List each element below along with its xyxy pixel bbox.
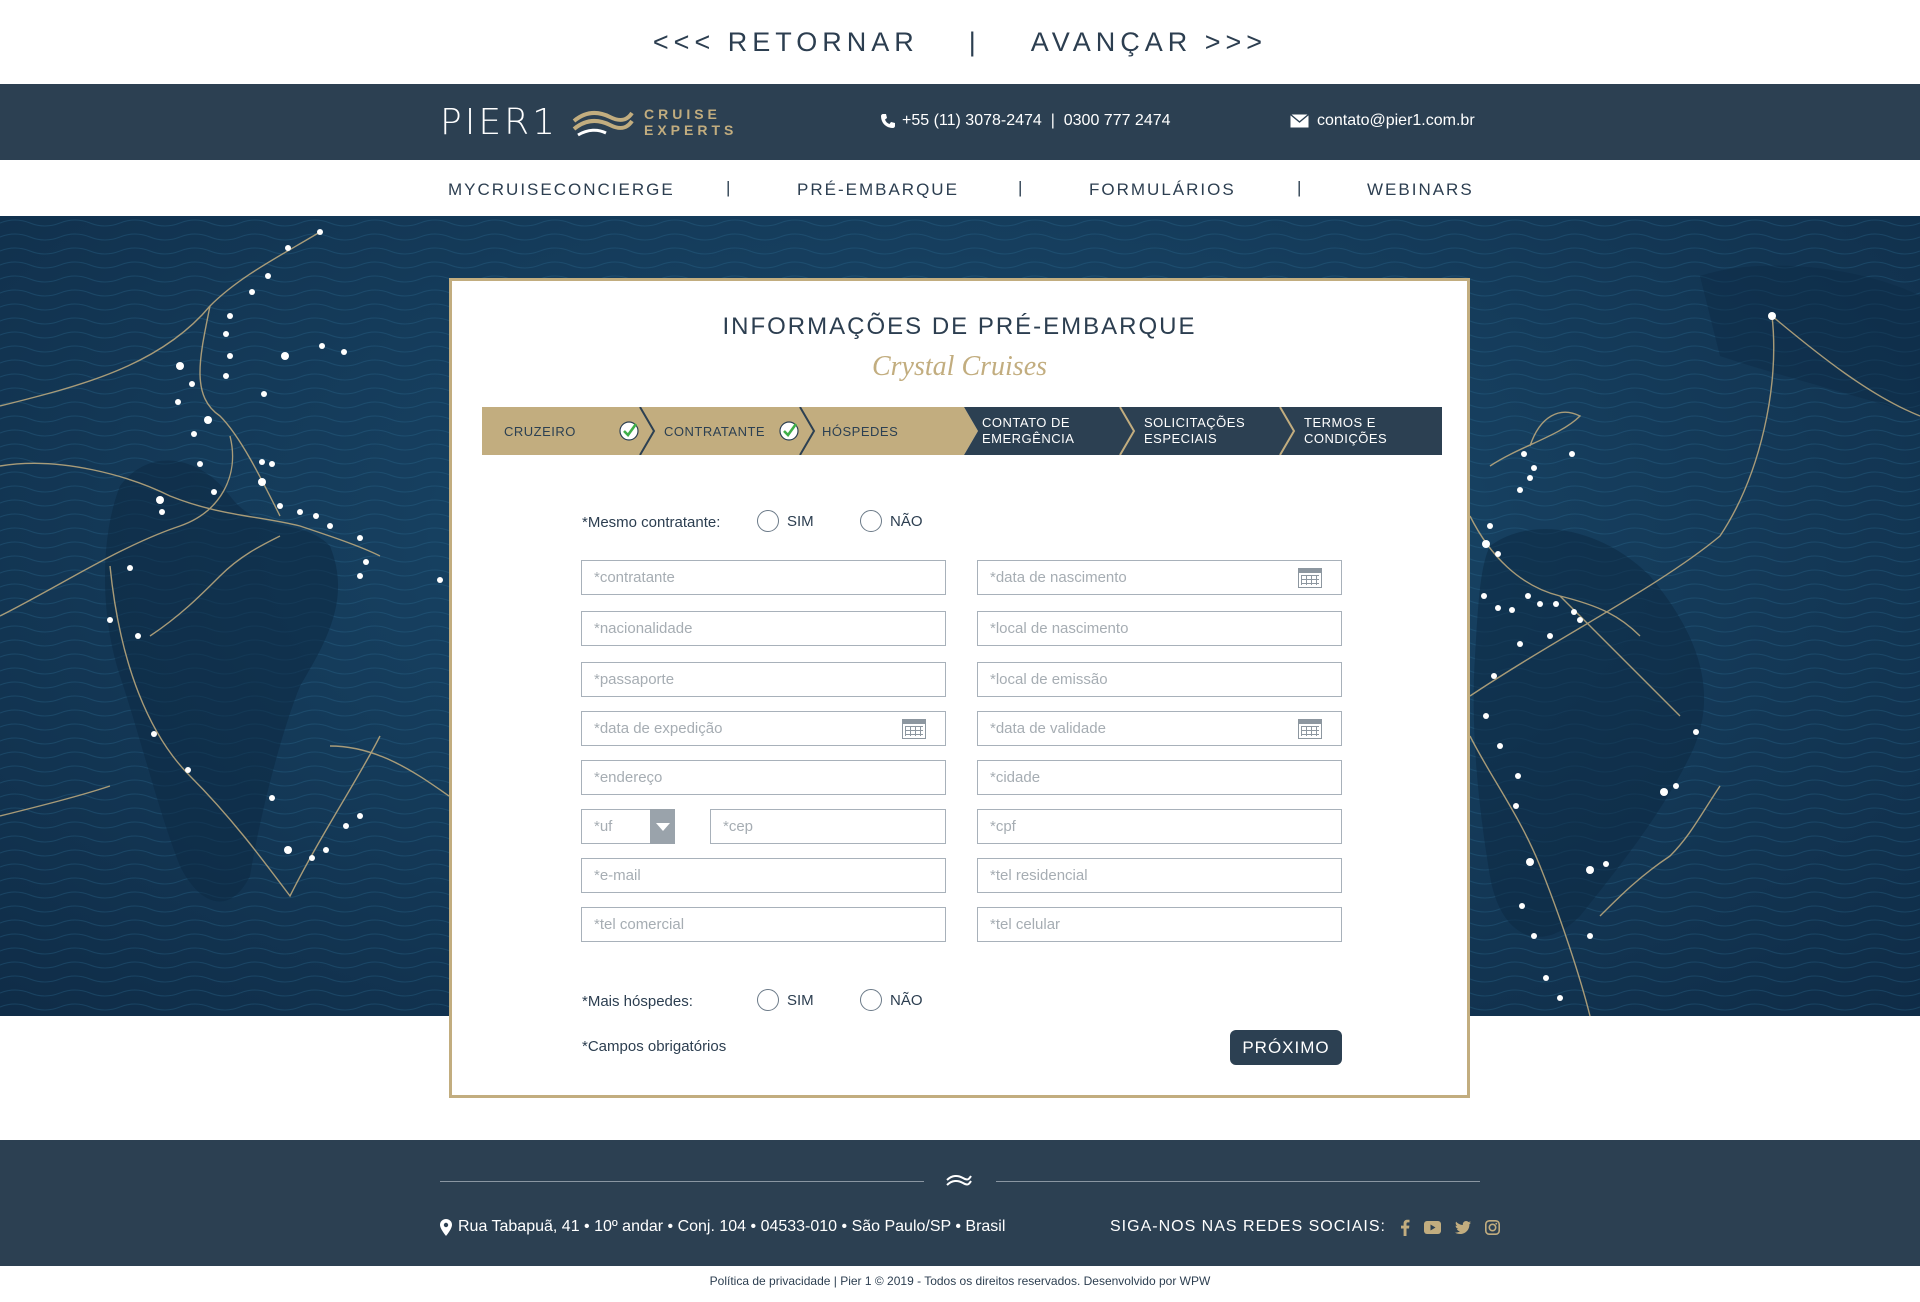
menu-separator: | [1297, 178, 1302, 197]
step-progress: CRUZEIRO CONTRATANTE HÓSPEDES CONTATO DE… [482, 406, 1442, 456]
menu-item-webinars[interactable]: WEBINARS [1367, 180, 1474, 200]
footer-address: Rua Tabapuã, 41 • 10º andar • Conj. 104 … [440, 1218, 1005, 1236]
phone-numbers: +55 (11) 3078-2474 | 0300 777 2474 [902, 112, 1171, 129]
logo-tagline: CRUISE EXPERTS [644, 106, 738, 138]
email-input[interactable] [581, 858, 946, 893]
cidade-input[interactable] [977, 760, 1342, 795]
menu-item-pre-embarque[interactable]: PRÉ-EMBARQUE [797, 180, 959, 200]
logo-wave-icon [572, 110, 634, 137]
cpf-input[interactable] [977, 809, 1342, 844]
logo-wave-icon [946, 1174, 972, 1186]
local-nascimento-input[interactable] [977, 611, 1342, 646]
nacionalidade-input[interactable] [581, 611, 946, 646]
check-icon [779, 421, 799, 441]
same-contractor-yes-radio[interactable]: SIM [757, 510, 814, 532]
envelope-icon [1290, 114, 1309, 128]
calendar-icon[interactable] [902, 719, 926, 739]
footer-divider [440, 1181, 924, 1182]
step-termos-condicoes[interactable]: TERMOS E CONDIÇÕES [1304, 415, 1387, 447]
form-cruise-line: Crystal Cruises [871, 351, 1048, 382]
more-guests-label: *Mais hóspedes: [582, 993, 693, 1010]
step-contato-emergencia[interactable]: CONTATO DE EMERGÊNCIA [982, 415, 1074, 447]
top-nav-divider: | [968, 26, 981, 57]
form-title: INFORMAÇÕES DE PRÉ-EMBARQUE [722, 313, 1197, 340]
back-link[interactable]: <<< RETORNAR [653, 27, 919, 58]
tel-comercial-input[interactable] [581, 907, 946, 942]
data-validade-input[interactable] [977, 711, 1342, 746]
cep-input[interactable] [710, 809, 946, 844]
email-contact[interactable]: contato@pier1.com.br [1290, 112, 1475, 130]
data-nascimento-input[interactable] [977, 560, 1342, 595]
step-solicitacoes-especiais[interactable]: SOLICITAÇÕES ESPECIAIS [1144, 415, 1245, 447]
chevron-down-icon[interactable] [650, 809, 675, 844]
passaporte-input[interactable] [581, 662, 946, 697]
tel-celular-input[interactable] [977, 907, 1342, 942]
more-guests-no-radio[interactable]: NÃO [860, 989, 923, 1011]
pre-boarding-form: INFORMAÇÕES DE PRÉ-EMBARQUE Crystal Crui… [449, 278, 1470, 1098]
phone-contact[interactable]: +55 (11) 3078-2474 | 0300 777 2474 [880, 112, 1171, 130]
check-icon [619, 421, 639, 441]
address-text: Rua Tabapuã, 41 • 10º andar • Conj. 104 … [458, 1218, 1006, 1235]
facebook-icon[interactable] [1400, 1219, 1410, 1236]
step-hospedes[interactable]: HÓSPEDES [822, 424, 898, 440]
endereco-input[interactable] [581, 760, 946, 795]
calendar-icon[interactable] [1298, 568, 1322, 588]
top-navigation: <<< RETORNAR | AVANÇAR >>> [0, 0, 1920, 84]
next-button[interactable]: PRÓXIMO [1230, 1030, 1342, 1065]
menu-item-formularios[interactable]: FORMULÁRIOS [1089, 180, 1236, 200]
same-contractor-no-radio[interactable]: NÃO [860, 510, 923, 532]
tel-residencial-input[interactable] [977, 858, 1342, 893]
step-contratante[interactable]: CONTRATANTE [664, 424, 765, 440]
contratante-input[interactable] [581, 560, 946, 595]
location-pin-icon [440, 1218, 452, 1236]
phone-icon [881, 114, 895, 128]
same-contractor-label: *Mesmo contratante: [582, 514, 721, 531]
menu-separator: | [726, 178, 731, 197]
copyright-note[interactable]: Política de privacidade | Pier 1 © 2019 … [0, 1274, 1920, 1288]
logo-wordmark: PIER1 [440, 101, 558, 143]
pier1-logo[interactable]: PIER1 CRUISE EXPERTS [440, 101, 738, 143]
social-label: SIGA-NOS NAS REDES SOCIAIS: [1110, 1218, 1386, 1235]
twitter-icon[interactable] [1454, 1220, 1471, 1234]
footer: Rua Tabapuã, 41 • 10º andar • Conj. 104 … [0, 1140, 1920, 1266]
calendar-icon[interactable] [1298, 719, 1322, 739]
menu-separator: | [1018, 178, 1023, 197]
forward-link[interactable]: AVANÇAR >>> [1031, 27, 1267, 58]
main-menu: MYCRUISECONCIERGE | PRÉ-EMBARQUE | FORMU… [0, 160, 1920, 216]
more-guests-yes-radio[interactable]: SIM [757, 989, 814, 1011]
menu-item-mycruiseconcierge[interactable]: MYCRUISECONCIERGE [448, 180, 675, 200]
required-fields-note: *Campos obrigatórios [582, 1038, 727, 1055]
instagram-icon[interactable] [1484, 1219, 1500, 1235]
step-cruzeiro[interactable]: CRUZEIRO [504, 424, 576, 440]
email-address: contato@pier1.com.br [1317, 112, 1475, 129]
footer-divider [996, 1181, 1480, 1182]
header-bar: PIER1 CRUISE EXPERTS +55 (11) 3078-2474 … [0, 84, 1920, 160]
data-expedicao-input[interactable] [581, 711, 946, 746]
local-emissao-input[interactable] [977, 662, 1342, 697]
social-links: SIGA-NOS NAS REDES SOCIAIS: [1110, 1218, 1500, 1236]
youtube-icon[interactable] [1423, 1220, 1441, 1234]
